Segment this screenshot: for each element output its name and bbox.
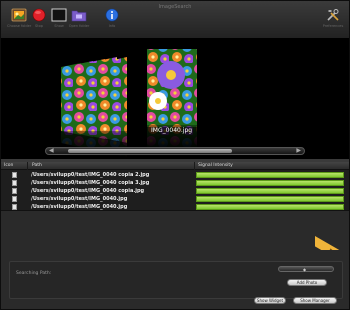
- image-viewer[interactable]: IMG_0040.jpg ◀ ▶: [1, 39, 349, 159]
- column-divider: [27, 162, 28, 170]
- table-header: Icon Path Signal Intensity: [1, 162, 349, 170]
- column-header-signal[interactable]: Signal Intensity: [198, 163, 233, 168]
- record-stop-icon: [32, 8, 46, 22]
- path-cell: /Users/svilupp0/test/IMG_0040 copia 3.jp…: [31, 180, 150, 186]
- signal-bar: [196, 196, 344, 202]
- signal-bar: [196, 188, 344, 194]
- side-image-stack: [56, 57, 131, 159]
- path-cell: /Users/svilupp0/test/IMG_0040 copia.jpg: [31, 188, 145, 194]
- path-cell: /Users/svilupp0/test/IMG_0040.jpg: [31, 196, 128, 202]
- column-header-path[interactable]: Path: [32, 163, 42, 168]
- beta-badge-text: BETA: [315, 236, 349, 250]
- column-header-icon[interactable]: Icon: [4, 163, 13, 168]
- center-image: [141, 49, 203, 151]
- coverflow-images: [56, 49, 203, 159]
- results-table: Icon Path Signal Intensity /Users/svilup…: [1, 162, 349, 210]
- file-icon: [12, 180, 17, 186]
- screen-icon: [51, 8, 67, 22]
- path-cell: /Users/svilupp0/test/IMG_0040 copia 2.jp…: [31, 172, 150, 178]
- table-row[interactable]: /Users/svilupp0/test/IMG_0040 copia 2.jp…: [1, 171, 349, 179]
- toolbar-preferences-button[interactable]: Preferences: [319, 8, 347, 28]
- show-manager-button[interactable]: Show Manager: [293, 297, 337, 304]
- add-photo-button[interactable]: Add Photo: [287, 279, 327, 286]
- toolbar-info-button[interactable]: Info: [100, 8, 124, 28]
- tools-icon: [327, 9, 339, 21]
- info-icon: [105, 8, 119, 22]
- image-caption: IMG_0040.jpg: [151, 127, 193, 134]
- toolbar-open-folder-button[interactable]: Open folder: [67, 8, 91, 28]
- progress-marker-icon: ◆: [303, 267, 307, 272]
- file-icon: [12, 188, 17, 194]
- column-divider: [194, 162, 195, 170]
- toolbar: ImageSearch Choose folder Stop Show Open…: [1, 1, 349, 39]
- scroll-left-icon[interactable]: ◀: [49, 147, 54, 154]
- signal-bar: [196, 180, 344, 186]
- toolbar-label: Preferences: [322, 24, 344, 28]
- file-icon: [12, 196, 17, 202]
- app-window: ImageSearch Choose folder Stop Show Open…: [0, 0, 350, 310]
- toolbar-label: Open folder: [68, 24, 90, 28]
- scroll-right-icon[interactable]: ▶: [296, 147, 301, 154]
- scrollbar-thumb[interactable]: [68, 149, 232, 153]
- beta-badge: BETA: [315, 230, 349, 250]
- signal-bar: [196, 172, 344, 178]
- file-icon: [12, 172, 17, 178]
- table-row[interactable]: /Users/svilupp0/test/IMG_0040 copia 3.jp…: [1, 179, 349, 187]
- show-widget-button[interactable]: Show Widget: [254, 297, 286, 304]
- search-progress-indicator: ◆: [278, 266, 334, 272]
- table-row[interactable]: /Users/svilupp0/test/IMG_0040.jpg: [1, 195, 349, 203]
- toolbar-label: Info: [108, 24, 116, 28]
- searching-path-label: Searching Path:: [16, 271, 52, 276]
- purple-folder-icon: [71, 10, 87, 22]
- coverflow-scrollbar[interactable]: ◀ ▶: [45, 147, 305, 155]
- table-row[interactable]: /Users/svilupp0/test/IMG_0040 copia.jpg: [1, 187, 349, 195]
- bottom-panel: Searching Path: ◆ Add Photo Show Widget …: [1, 210, 349, 309]
- folder-photo-icon: [11, 8, 27, 22]
